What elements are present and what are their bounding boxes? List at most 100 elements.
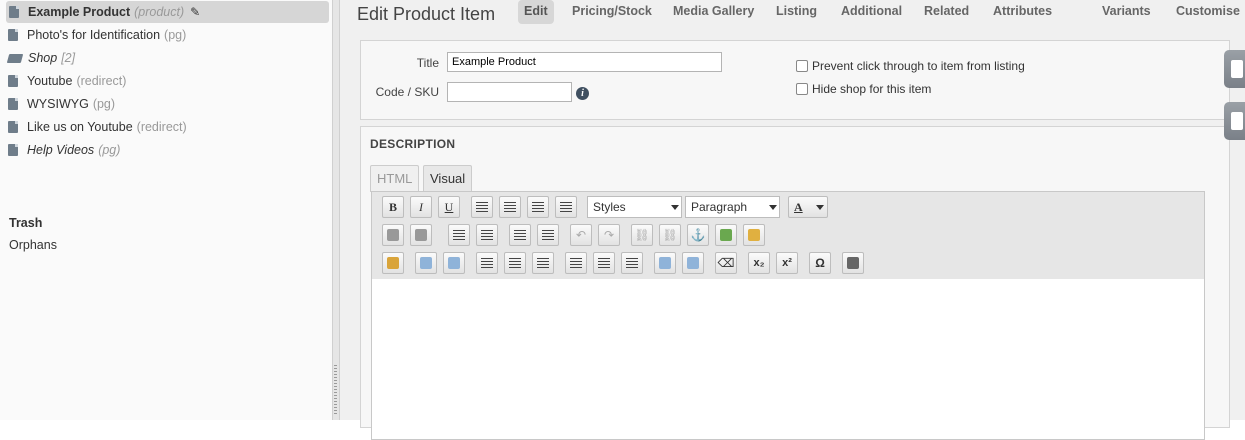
align-left-button[interactable] <box>471 196 493 218</box>
tab-variants[interactable]: Variants <box>1096 0 1157 24</box>
delete-row-button[interactable] <box>532 252 554 274</box>
contact-card-icon <box>1231 60 1243 78</box>
insert-column-after-icon <box>598 258 610 268</box>
insert-col-before-button[interactable] <box>565 252 587 274</box>
info-icon[interactable]: i <box>576 87 589 100</box>
cell-props-button[interactable] <box>443 252 465 274</box>
editor-body[interactable] <box>371 279 1205 440</box>
delete-col-button[interactable] <box>621 252 643 274</box>
tree-item-shop[interactable]: Shop [2] <box>6 47 76 69</box>
code-sku-input[interactable] <box>447 82 572 102</box>
clear-format-button[interactable]: ⌫ <box>715 252 737 274</box>
document-icon <box>1231 112 1243 130</box>
tab-attributes[interactable]: Attributes <box>987 0 1058 24</box>
page-icon <box>9 6 19 18</box>
checkbox-box[interactable] <box>796 83 808 95</box>
tree-item-wysiwyg[interactable]: WYSIWYG (pg) <box>8 93 115 115</box>
tab-edit[interactable]: Edit <box>518 0 554 24</box>
undo-button[interactable]: ↶ <box>570 224 592 246</box>
trash-link[interactable]: Trash <box>9 216 42 230</box>
page-icon <box>8 29 18 41</box>
align-center-button[interactable] <box>499 196 521 218</box>
superscript-button[interactable]: x² <box>776 252 798 274</box>
tree-item-label: Photo's for Identification <box>27 28 161 42</box>
paste-text-icon <box>387 229 399 241</box>
tab-customise[interactable]: Customise <box>1170 0 1245 24</box>
unlink-button[interactable]: ⛓ <box>659 224 681 246</box>
insert-col-after-button[interactable] <box>593 252 615 274</box>
tree-item-type: (redirect) <box>136 120 187 134</box>
bullet-list-button[interactable] <box>448 224 470 246</box>
tab-additional[interactable]: Additional <box>835 0 908 24</box>
align-left-icon <box>476 202 488 212</box>
tab-related[interactable]: Related <box>918 0 975 24</box>
insert-media-button[interactable] <box>743 224 765 246</box>
tree-item-youtube[interactable]: Youtube (redirect) <box>8 70 126 92</box>
sidebar-splitter[interactable] <box>332 0 340 420</box>
align-right-button[interactable] <box>527 196 549 218</box>
indent-button[interactable] <box>537 224 559 246</box>
insert-video-button[interactable] <box>842 252 864 274</box>
paste-text-button[interactable] <box>382 224 404 246</box>
document-button[interactable] <box>1224 102 1245 140</box>
text-color-icon: A <box>794 199 803 214</box>
insert-table-button[interactable] <box>654 252 676 274</box>
subscript-icon: x₂ <box>753 257 765 269</box>
indent-icon <box>542 230 554 240</box>
insert-row-after-icon <box>509 258 521 268</box>
checkbox-box[interactable] <box>796 60 808 72</box>
tab-pricing-stock[interactable]: Pricing/Stock <box>566 0 658 24</box>
edit-source-button[interactable] <box>382 252 404 274</box>
bold-button[interactable]: B <box>382 196 404 218</box>
pencil-icon[interactable]: ✎ <box>190 5 200 19</box>
editor-tab-visual[interactable]: Visual <box>423 165 473 192</box>
hide-shop-checkbox[interactable]: Hide shop for this item <box>796 82 931 96</box>
table-cell-icon <box>448 257 460 269</box>
insert-row-after-button[interactable] <box>504 252 526 274</box>
tree-item-label: WYSIWYG <box>27 97 89 111</box>
link-button[interactable]: ⛓ <box>631 224 653 246</box>
tree-item-help-videos[interactable]: Help Videos (pg) <box>8 139 120 161</box>
page-icon <box>8 121 18 133</box>
tab-listing[interactable]: Listing <box>770 0 823 24</box>
row-props-button[interactable] <box>415 252 437 274</box>
tree-item-count: [2] <box>61 51 76 65</box>
subscript-button[interactable]: x₂ <box>748 252 770 274</box>
tree-item-type: (pg) <box>164 28 187 42</box>
omega-icon: Ω <box>815 256 825 270</box>
tree-item-like-us-youtube[interactable]: Like us on Youtube (redirect) <box>8 116 187 138</box>
orphans-link[interactable]: Orphans <box>9 238 57 252</box>
editor-toolbar: B I U Styles Paragraph A ↶ ↷ ⛓ ⛓ ⚓ ⌫ x₂ … <box>371 191 1205 281</box>
align-justify-button[interactable] <box>555 196 577 218</box>
outdent-button[interactable] <box>509 224 531 246</box>
italic-button[interactable]: I <box>410 196 432 218</box>
format-select[interactable]: Paragraph <box>685 196 780 218</box>
insert-image-button[interactable] <box>715 224 737 246</box>
prevent-click-through-checkbox[interactable]: Prevent click through to item from listi… <box>796 59 1025 73</box>
contact-card-button[interactable] <box>1224 50 1245 88</box>
eraser-icon: ⌫ <box>717 256 735 270</box>
unlink-icon: ⛓ <box>662 228 678 242</box>
tree-item-label: Youtube <box>27 74 73 88</box>
tab-media-gallery[interactable]: Media Gallery <box>667 0 760 24</box>
tree-item-photos[interactable]: Photo's for Identification (pg) <box>8 24 186 46</box>
side-widget <box>1224 50 1245 142</box>
styles-select-value: Styles <box>593 200 626 214</box>
table-props-button[interactable] <box>682 252 704 274</box>
table-icon <box>659 257 671 269</box>
redo-button[interactable]: ↷ <box>598 224 620 246</box>
align-center-icon <box>504 202 516 212</box>
styles-select[interactable]: Styles <box>587 196 682 218</box>
title-input[interactable] <box>447 52 722 72</box>
insert-row-before-button[interactable] <box>476 252 498 274</box>
anchor-button[interactable]: ⚓ <box>687 224 709 246</box>
underline-button[interactable]: U <box>438 196 460 218</box>
tree-item-example-product[interactable]: Example Product (product) ✎ <box>6 1 329 23</box>
special-char-button[interactable]: Ω <box>809 252 831 274</box>
paste-word-button[interactable] <box>410 224 432 246</box>
chevron-down-icon <box>671 205 679 210</box>
splitter-grip[interactable] <box>334 365 337 415</box>
numbered-list-button[interactable] <box>476 224 498 246</box>
editor-tab-html[interactable]: HTML <box>370 165 420 192</box>
text-color-button[interactable]: A <box>788 196 828 218</box>
